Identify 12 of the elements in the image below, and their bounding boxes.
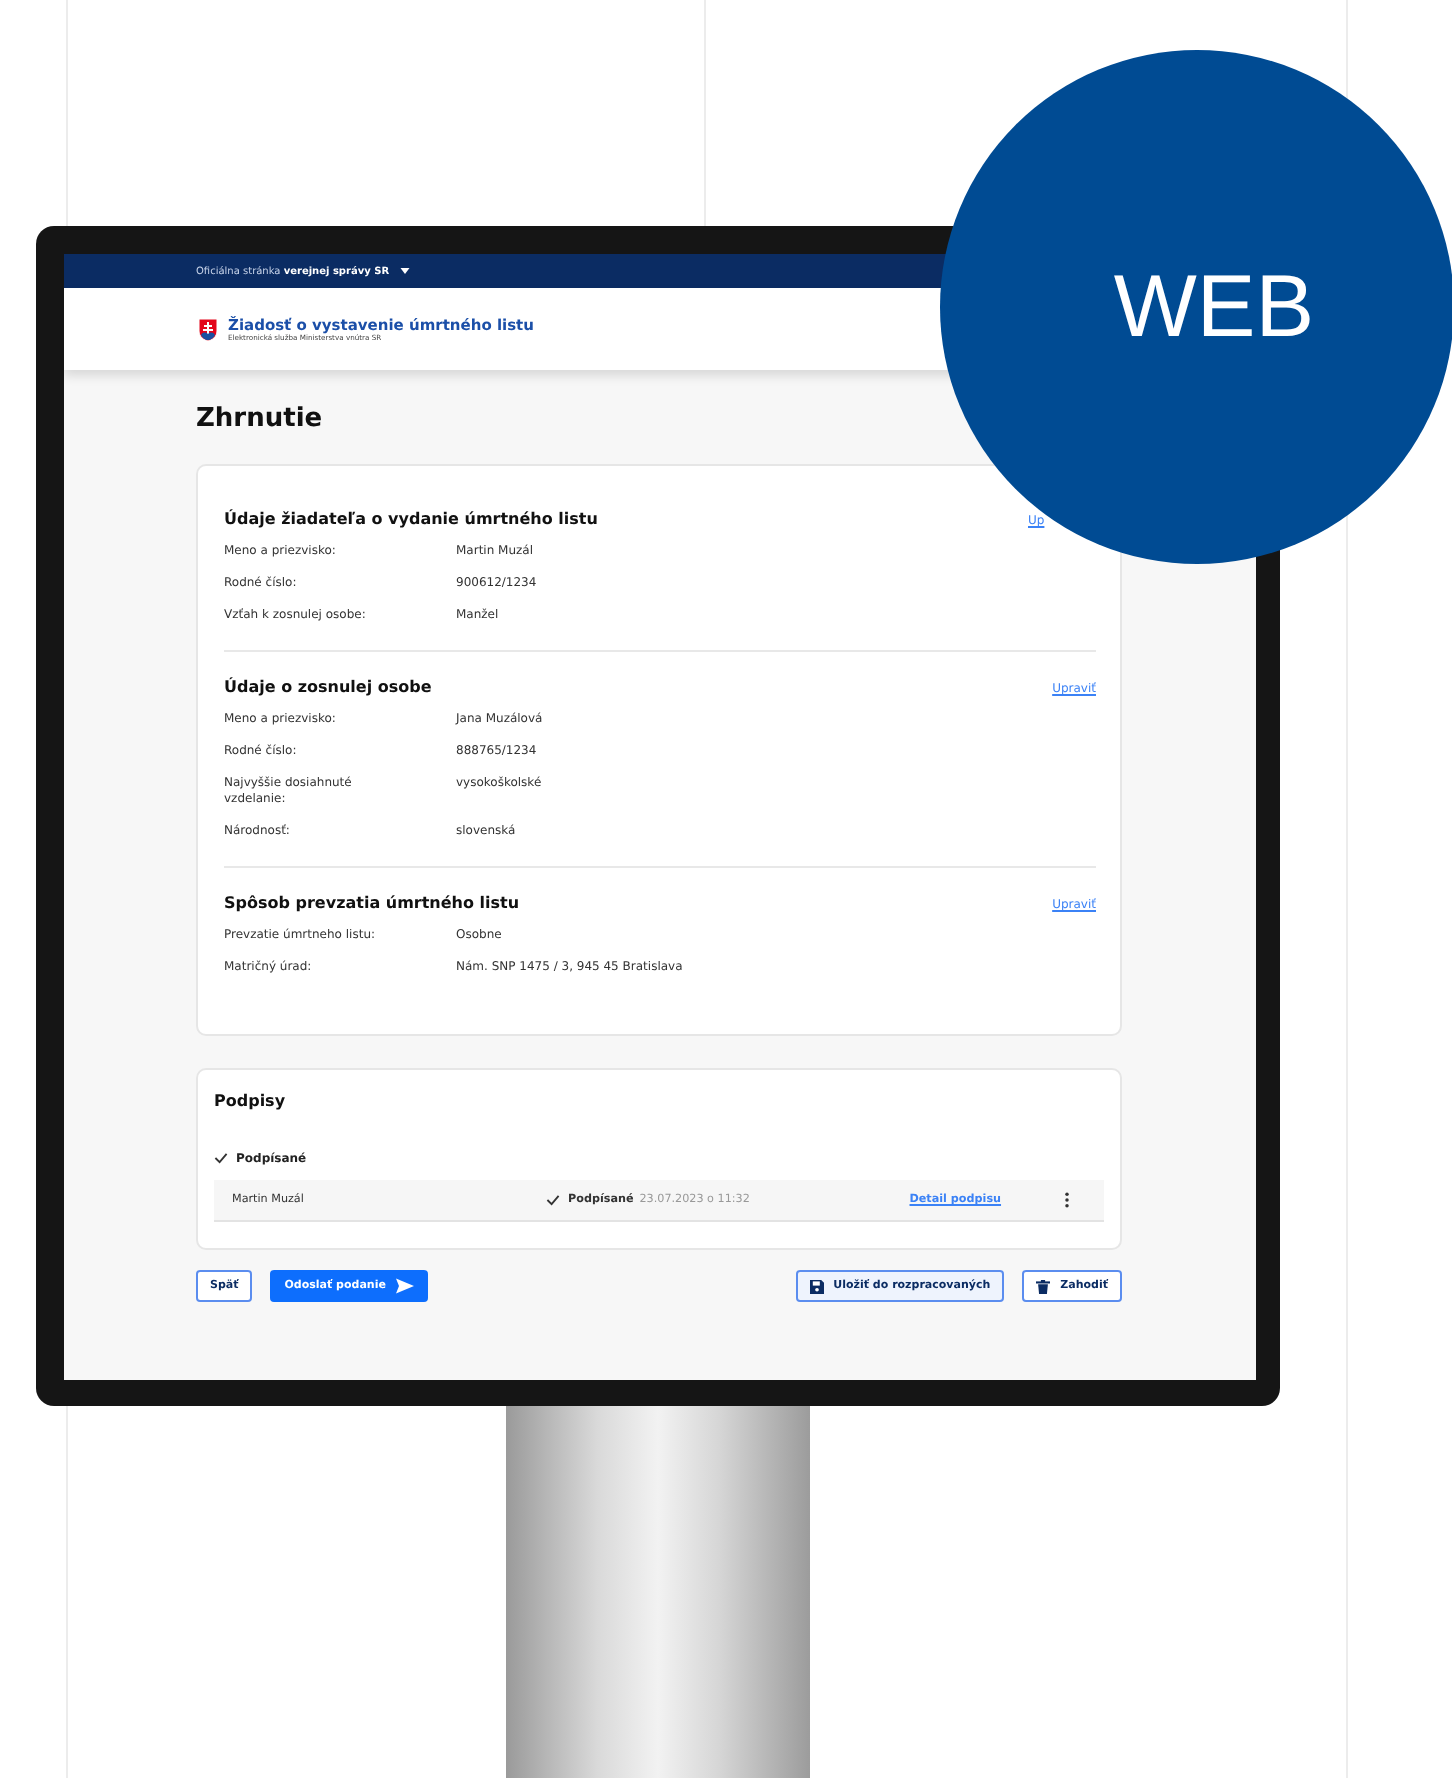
check-icon [546, 1194, 560, 1206]
send-icon [395, 1278, 414, 1294]
more-icon[interactable] [1063, 1192, 1070, 1208]
section-title: Podpisy [214, 1090, 288, 1114]
caret-icon[interactable] [399, 268, 410, 274]
section-title: Údaje žiadateľa o vydanie úmrtného listu [224, 509, 598, 527]
trash-icon [1036, 1279, 1051, 1293]
page-title: Zhrnutie [196, 402, 325, 438]
section-title: Údaje o zosnulej osobe [224, 677, 432, 695]
shield-icon [198, 317, 218, 341]
section-title: Spôsob prevzatia úmrtného listu [224, 893, 520, 911]
check-icon [214, 1152, 228, 1164]
